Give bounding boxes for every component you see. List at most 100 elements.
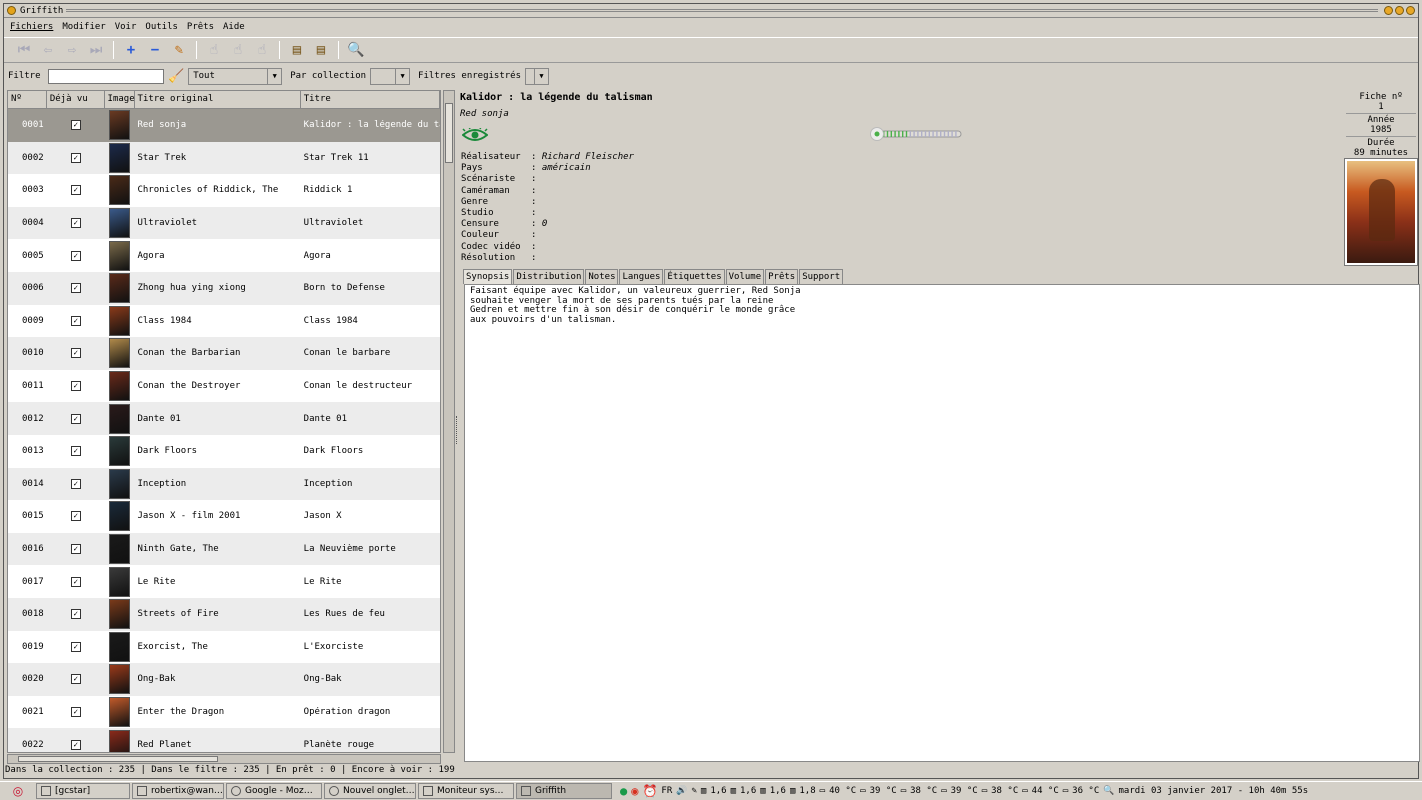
table-row[interactable]: 0017 ✓ Le Rite Le Rite: [8, 565, 440, 598]
tab-0[interactable]: Synopsis: [463, 269, 513, 284]
seen-checkbox[interactable]: ✓: [47, 250, 105, 261]
menu-outils[interactable]: Outils: [145, 22, 178, 32]
task-griffith[interactable]: Griffith: [516, 783, 612, 799]
edit-tray-icon[interactable]: ✎: [691, 786, 696, 796]
table-row[interactable]: 0011 ✓ Conan the Destroyer Conan le destruc…: [8, 370, 440, 403]
table-row[interactable]: 0009 ✓ Class 1984 Class 1984: [8, 305, 440, 338]
col-header-seen[interactable]: Déjà vu: [47, 91, 105, 108]
scrollbar-thumb[interactable]: [18, 756, 218, 762]
alarm-icon[interactable]: ⏰: [642, 784, 657, 798]
seen-checkbox[interactable]: ✓: [47, 511, 105, 522]
table-row[interactable]: 0006 ✓ Zhong hua ying xiong Born to Defense: [8, 271, 440, 305]
task-firefox[interactable]: Google - Moz…: [226, 783, 322, 799]
tab-7[interactable]: Support: [799, 269, 844, 284]
table-row[interactable]: 0004 ✓ Ultraviolet Ultraviolet: [8, 206, 440, 240]
menu-modifier[interactable]: Modifier: [62, 22, 105, 32]
col-header-title[interactable]: Titre: [301, 91, 440, 108]
clear-filter-icon[interactable]: 🧹: [168, 69, 184, 84]
filter-input[interactable]: [48, 68, 164, 84]
tab-4[interactable]: Étiquettes: [664, 269, 725, 284]
maximize-button[interactable]: [1395, 6, 1404, 15]
minimize-button[interactable]: [1384, 6, 1393, 15]
seen-checkbox[interactable]: ✓: [47, 576, 105, 587]
seen-checkbox[interactable]: ✓: [47, 739, 105, 750]
seen-checkbox[interactable]: ✓: [47, 641, 105, 652]
menu-aide[interactable]: Aide: [223, 22, 245, 32]
table-row[interactable]: 0021 ✓ Enter the Dragon Opération dragon: [8, 696, 440, 729]
table-row[interactable]: 0022 ✓ Red Planet Planète rouge: [8, 728, 440, 752]
table-row[interactable]: 0018 ✓ Streets of Fire Les Rues de feu: [8, 597, 440, 631]
seen-checkbox[interactable]: ✓: [47, 609, 105, 620]
table-row[interactable]: 0015 ✓ Jason X - film 2001 Jason X: [8, 500, 440, 533]
start-menu-icon[interactable]: ◎: [0, 784, 36, 798]
table-row[interactable]: 0001 ✓ Red sonja Kalidor : la légende du ta…: [8, 109, 440, 142]
seen-checkbox[interactable]: ✓: [47, 478, 105, 489]
task-terminal[interactable]: robertix@wan…: [132, 783, 224, 799]
saved-filters-select[interactable]: ▼: [525, 67, 549, 85]
next-icon[interactable]: ⇨: [60, 39, 84, 61]
table-row[interactable]: 0019 ✓ Exorcist, The L'Exorciste: [8, 631, 440, 664]
tab-2[interactable]: Notes: [585, 269, 619, 284]
last-icon[interactable]: ⏭: [84, 39, 108, 61]
table-row[interactable]: 0014 ✓ Inception Inception: [8, 467, 440, 501]
network-icon[interactable]: ●: [620, 784, 627, 798]
list-vertical-scrollbar[interactable]: [443, 90, 455, 753]
tab-5[interactable]: Volume: [725, 269, 765, 284]
seen-checkbox[interactable]: ✓: [47, 315, 105, 326]
seen-checkbox[interactable]: ✓: [47, 185, 105, 196]
chrome-tray-icon[interactable]: ◉: [631, 784, 638, 798]
seen-checkbox[interactable]: ✓: [47, 152, 105, 163]
loan-icon[interactable]: ☝: [202, 39, 226, 61]
seen-checkbox[interactable]: ✓: [47, 544, 105, 555]
table-row[interactable]: 0013 ✓ Dark Floors Dark Floors: [8, 435, 440, 468]
col-header-original-title[interactable]: Titre original: [135, 91, 301, 108]
volume-icon[interactable]: 🔊: [676, 786, 687, 796]
edit-icon[interactable]: ✎: [167, 39, 191, 61]
seen-checkbox[interactable]: ✓: [47, 348, 105, 359]
seen-checkbox[interactable]: ✓: [47, 413, 105, 424]
table-row[interactable]: 0020 ✓ Ong-Bak Ong-Bak: [8, 663, 440, 696]
clock[interactable]: mardi 03 janvier 2017 - 10h 40m 55s: [1118, 786, 1308, 796]
keyboard-layout[interactable]: FR: [661, 786, 672, 796]
first-icon[interactable]: ⏮: [12, 39, 36, 61]
scope-select[interactable]: Tout ▼: [188, 67, 283, 85]
search-icon[interactable]: 🔍: [344, 39, 368, 61]
return-icon[interactable]: ☝: [226, 39, 250, 61]
menu-prets[interactable]: Prêts: [187, 22, 214, 32]
export-icon[interactable]: ▤: [309, 39, 333, 61]
seen-checkbox[interactable]: ✓: [47, 381, 105, 392]
splitter-grip[interactable]: [456, 416, 458, 444]
table-row[interactable]: 0003 ✓ Chronicles of Riddick, The Riddick 1: [8, 174, 440, 207]
menu-voir[interactable]: Voir: [115, 22, 137, 32]
add-icon[interactable]: +: [119, 39, 143, 61]
table-row[interactable]: 0002 ✓ Star Trek Star Trek 11: [8, 141, 440, 175]
history-icon[interactable]: ☝: [250, 39, 274, 61]
task-gcstar[interactable]: [gcstar]: [36, 783, 130, 799]
seen-checkbox[interactable]: ✓: [47, 706, 105, 717]
import-icon[interactable]: ▤: [285, 39, 309, 61]
close-button[interactable]: [1406, 6, 1415, 15]
search-icon[interactable]: 🔍: [1103, 786, 1114, 796]
table-row[interactable]: 0005 ✓ Agora Agora: [8, 239, 440, 272]
seen-checkbox[interactable]: ✓: [47, 218, 105, 229]
seen-checkbox[interactable]: ✓: [47, 283, 105, 294]
menu-fichiers[interactable]: Fichiers: [10, 22, 53, 32]
tab-1[interactable]: Distribution: [513, 269, 585, 284]
col-header-image[interactable]: Image: [105, 91, 135, 108]
movie-poster[interactable]: [1344, 158, 1418, 266]
col-header-num[interactable]: Nº: [8, 91, 47, 108]
tab-6[interactable]: Prêts: [765, 269, 799, 284]
table-row[interactable]: 0016 ✓ Ninth Gate, The La Neuvième porte: [8, 532, 440, 566]
collection-select[interactable]: ▼: [370, 67, 411, 85]
seen-checkbox[interactable]: ✓: [47, 446, 105, 457]
table-row[interactable]: 0012 ✓ Dante 01 Dante 01: [8, 402, 440, 435]
remove-icon[interactable]: −: [143, 39, 167, 61]
task-system-monitor[interactable]: Moniteur sys…: [418, 783, 514, 799]
table-row[interactable]: 0010 ✓ Conan the Barbarian Conan le barbare: [8, 337, 440, 370]
task-chrome[interactable]: Nouvel onglet…: [324, 783, 416, 799]
rating-slider[interactable]: [869, 126, 965, 142]
synopsis-text[interactable]: Faisant équipe avec Kalidor, un valeureu…: [464, 284, 1420, 762]
tab-3[interactable]: Langues: [619, 269, 664, 284]
prev-icon[interactable]: ⇦: [36, 39, 60, 61]
seen-checkbox[interactable]: ✓: [47, 120, 105, 131]
